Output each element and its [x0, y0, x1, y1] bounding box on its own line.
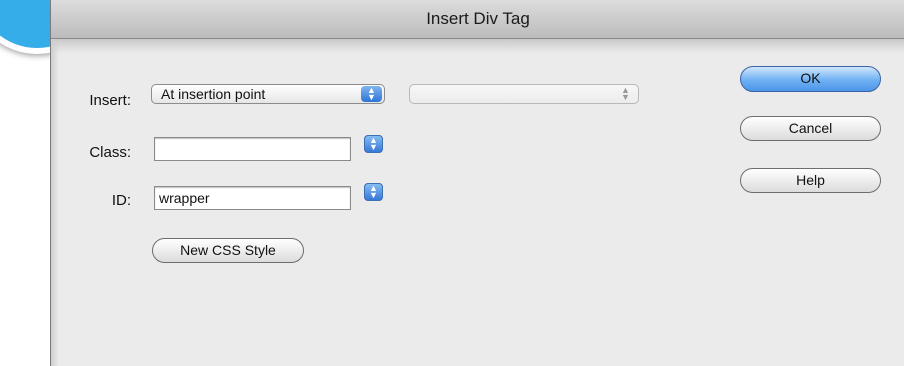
title-bar[interactable]: Insert Div Tag — [51, 0, 904, 39]
class-field[interactable] — [154, 137, 351, 161]
titlebar-shadow — [51, 39, 904, 53]
id-label: ID: — [111, 192, 131, 209]
class-label: Class: — [89, 144, 131, 161]
dialog-title: Insert Div Tag — [426, 9, 530, 28]
insert-target-select: ▲ ▼ — [409, 84, 639, 104]
new-css-style-button[interactable]: New CSS Style — [152, 238, 304, 263]
id-dropdown-button[interactable]: ▲ ▼ — [364, 183, 383, 201]
class-dropdown-button[interactable]: ▲ ▼ — [364, 135, 383, 153]
ok-button[interactable]: OK — [740, 66, 881, 92]
insert-position-value: At insertion point — [161, 86, 266, 102]
id-field[interactable]: wrapper — [154, 186, 351, 210]
cancel-button[interactable]: Cancel — [740, 116, 881, 141]
help-button[interactable]: Help — [740, 168, 881, 193]
up-down-arrows-icon: ▲ ▼ — [621, 85, 630, 102]
insert-div-tag-dialog: Insert Div Tag Insert: At insertion poin… — [50, 0, 904, 366]
insert-label: Insert: — [89, 92, 131, 109]
insert-position-select[interactable]: At insertion point ▲ ▼ — [151, 84, 385, 104]
up-down-arrows-icon: ▲ ▼ — [361, 86, 382, 102]
